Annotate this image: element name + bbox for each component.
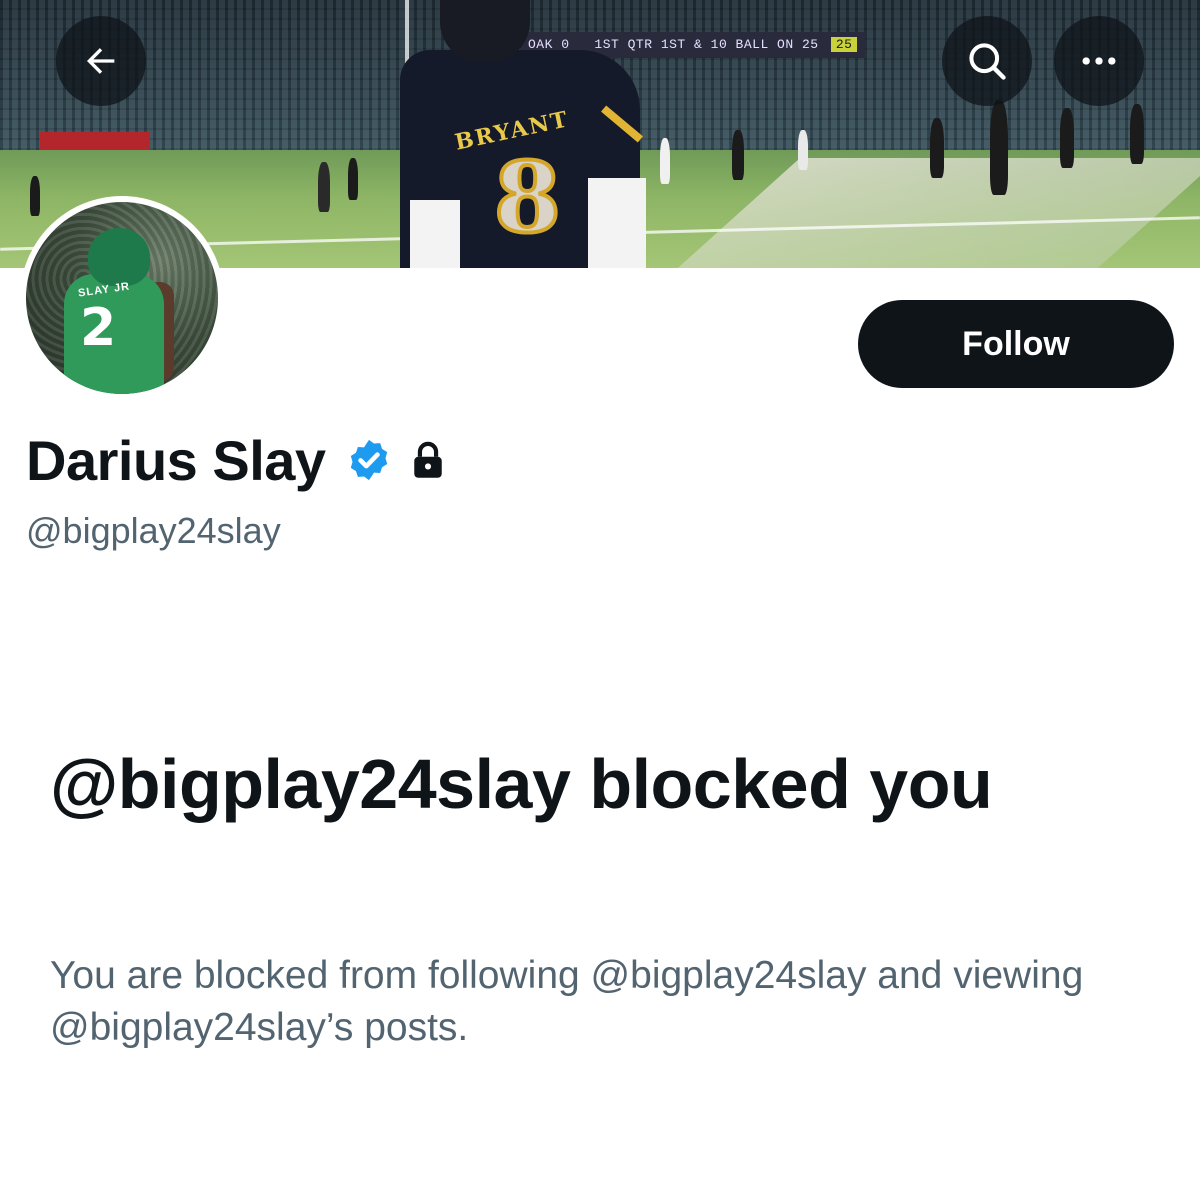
banner-player bbox=[990, 100, 1008, 195]
jersey-sleeve bbox=[410, 200, 460, 268]
display-name: Darius Slay bbox=[26, 428, 326, 492]
back-button[interactable] bbox=[56, 16, 146, 106]
search-icon bbox=[969, 43, 1006, 80]
profile-name-row: Darius Slay bbox=[26, 428, 448, 492]
avatar-helmet bbox=[88, 228, 150, 286]
banner-player bbox=[732, 130, 744, 180]
banner-player bbox=[348, 158, 358, 200]
scoreboard-yard: 25 bbox=[830, 37, 858, 52]
follow-button[interactable]: Follow bbox=[858, 300, 1174, 388]
search-button[interactable] bbox=[942, 16, 1032, 106]
arrow-left-icon bbox=[87, 48, 115, 74]
blocked-title: @bigplay24slay blocked you bbox=[50, 745, 993, 823]
banner-jersey-figure: BRYANT 8 bbox=[398, 0, 658, 268]
banner-player bbox=[660, 138, 670, 184]
profile-handle: @bigplay24slay bbox=[26, 510, 281, 551]
banner-player bbox=[1060, 108, 1074, 168]
more-horizontal-icon bbox=[1082, 57, 1116, 65]
banner-player bbox=[1130, 104, 1144, 164]
avatar[interactable]: SLAY JR 2 bbox=[20, 196, 224, 400]
verified-badge-icon[interactable] bbox=[346, 437, 392, 483]
avatar-photo: SLAY JR 2 bbox=[26, 202, 218, 394]
jersey-number: 8 bbox=[492, 141, 563, 254]
banner-player bbox=[798, 130, 808, 170]
more-options-button[interactable] bbox=[1054, 16, 1144, 106]
avatar-jersey-number: 2 bbox=[80, 298, 117, 358]
banner-player bbox=[930, 118, 944, 178]
lock-icon bbox=[413, 441, 442, 478]
jersey-sleeve bbox=[588, 178, 646, 268]
blocked-description: You are blocked from following @bigplay2… bbox=[50, 954, 1084, 1049]
banner-player bbox=[318, 162, 330, 212]
